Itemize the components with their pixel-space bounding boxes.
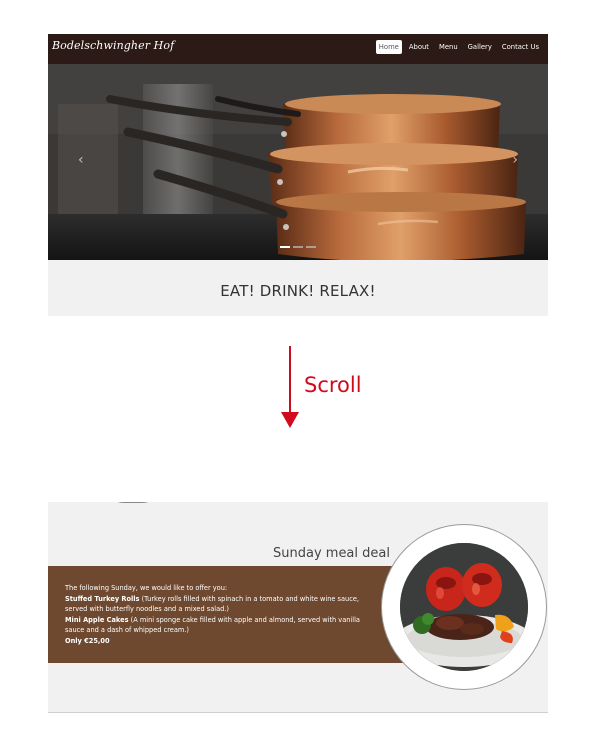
nav-gallery[interactable]: Gallery (465, 40, 495, 54)
nav-menu: Home About Menu Gallery Contact Us (375, 40, 542, 54)
meal-intro: The following Sunday, we would like to o… (65, 584, 228, 592)
nav-menu-link[interactable]: Menu (436, 40, 461, 54)
meal-deal-title: Sunday meal deal (273, 546, 390, 561)
carousel-indicator-3[interactable] (306, 246, 316, 248)
decorative-arc (103, 502, 163, 503)
meal-price: Only €25,00 (65, 636, 110, 645)
meal-deal-description: The following Sunday, we would like to o… (65, 583, 370, 647)
dish1-name: Stuffed Turkey Rolls (65, 594, 140, 603)
carousel-indicators (280, 246, 316, 248)
stuffed-tomato-dish-image (400, 543, 528, 671)
hero-tagline: EAT! DRINK! RELAX! (220, 282, 376, 300)
carousel-indicator-1[interactable] (280, 246, 290, 248)
navbar: Bodelschwingher Hof Home About Menu Gall… (48, 34, 548, 64)
hero-carousel: ‹ › (48, 64, 548, 260)
carousel-indicator-2[interactable] (293, 246, 303, 248)
carousel-next-icon[interactable]: › (512, 152, 518, 168)
nav-contact[interactable]: Contact Us (499, 40, 542, 54)
nav-home[interactable]: Home (375, 40, 402, 54)
dish2-name: Mini Apple Cakes (65, 615, 129, 624)
dish-photo (400, 543, 528, 671)
homepage-top-screenshot: Bodelschwingher Hof Home About Menu Gall… (48, 34, 548, 316)
scroll-label: Scroll (304, 373, 362, 397)
meal-deal-section-screenshot: Sunday meal deal The following Sunday, w… (48, 502, 548, 713)
carousel-prev-icon[interactable]: ‹ (78, 152, 84, 168)
site-logo[interactable]: Bodelschwingher Hof (52, 39, 174, 52)
copper-pots-image (48, 64, 548, 260)
scroll-arrow-head-icon (281, 412, 299, 428)
scroll-arrow-shaft (289, 346, 291, 414)
nav-about[interactable]: About (406, 40, 432, 54)
